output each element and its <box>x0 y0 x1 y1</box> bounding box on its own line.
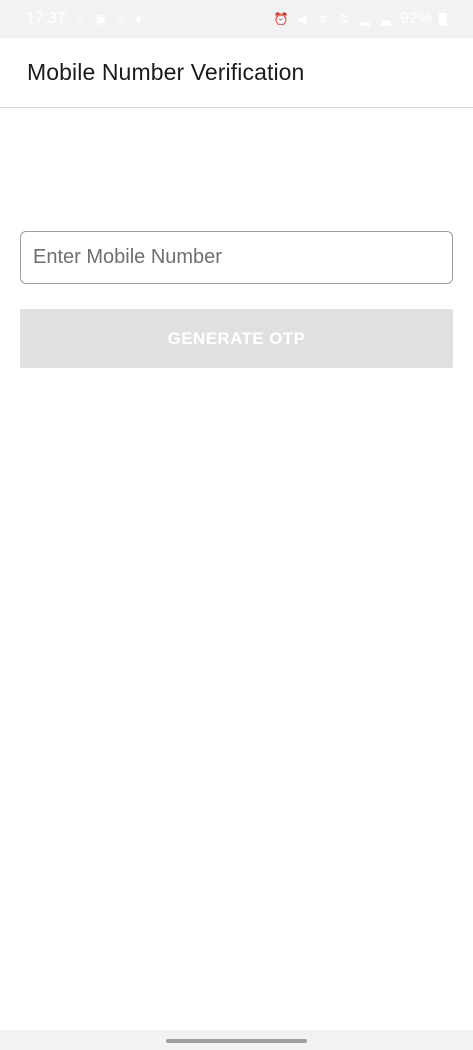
page-title: Mobile Number Verification <box>27 59 305 85</box>
navigation-bar <box>0 1030 473 1050</box>
signal-2-icon: ▃ <box>381 12 391 26</box>
app-bar: Mobile Number Verification <box>0 38 473 108</box>
data-icon: ⇅ <box>338 12 349 26</box>
battery-icon <box>439 12 447 26</box>
home-indicator[interactable] <box>166 1039 307 1043</box>
generate-otp-button[interactable]: GENERATE OTP <box>20 309 453 368</box>
dot-icon <box>136 16 142 22</box>
image-icon: ▣ <box>95 12 107 26</box>
status-right: ⏰ ◀ ≋ ⇅ ▂ ▃ 92% <box>274 10 447 28</box>
mobile-number-input[interactable] <box>20 231 453 284</box>
alarm-icon: ⏰ <box>273 12 289 26</box>
face-id-icon: ☺ <box>73 12 87 26</box>
status-bar: 17:37 ☺ ▣ ◎ ⏰ ◀ ≋ ⇅ ▂ ▃ 92% <box>0 0 473 38</box>
mute-icon: ◀ <box>297 12 307 26</box>
voicemail-icon: ◎ <box>116 12 128 26</box>
status-time: 17:37 <box>26 10 67 27</box>
battery-percent: 92% <box>399 10 432 27</box>
wifi-icon: ≋ <box>317 12 328 26</box>
signal-icon: ▂ <box>360 12 370 26</box>
status-left: 17:37 ☺ ▣ ◎ <box>26 10 142 28</box>
